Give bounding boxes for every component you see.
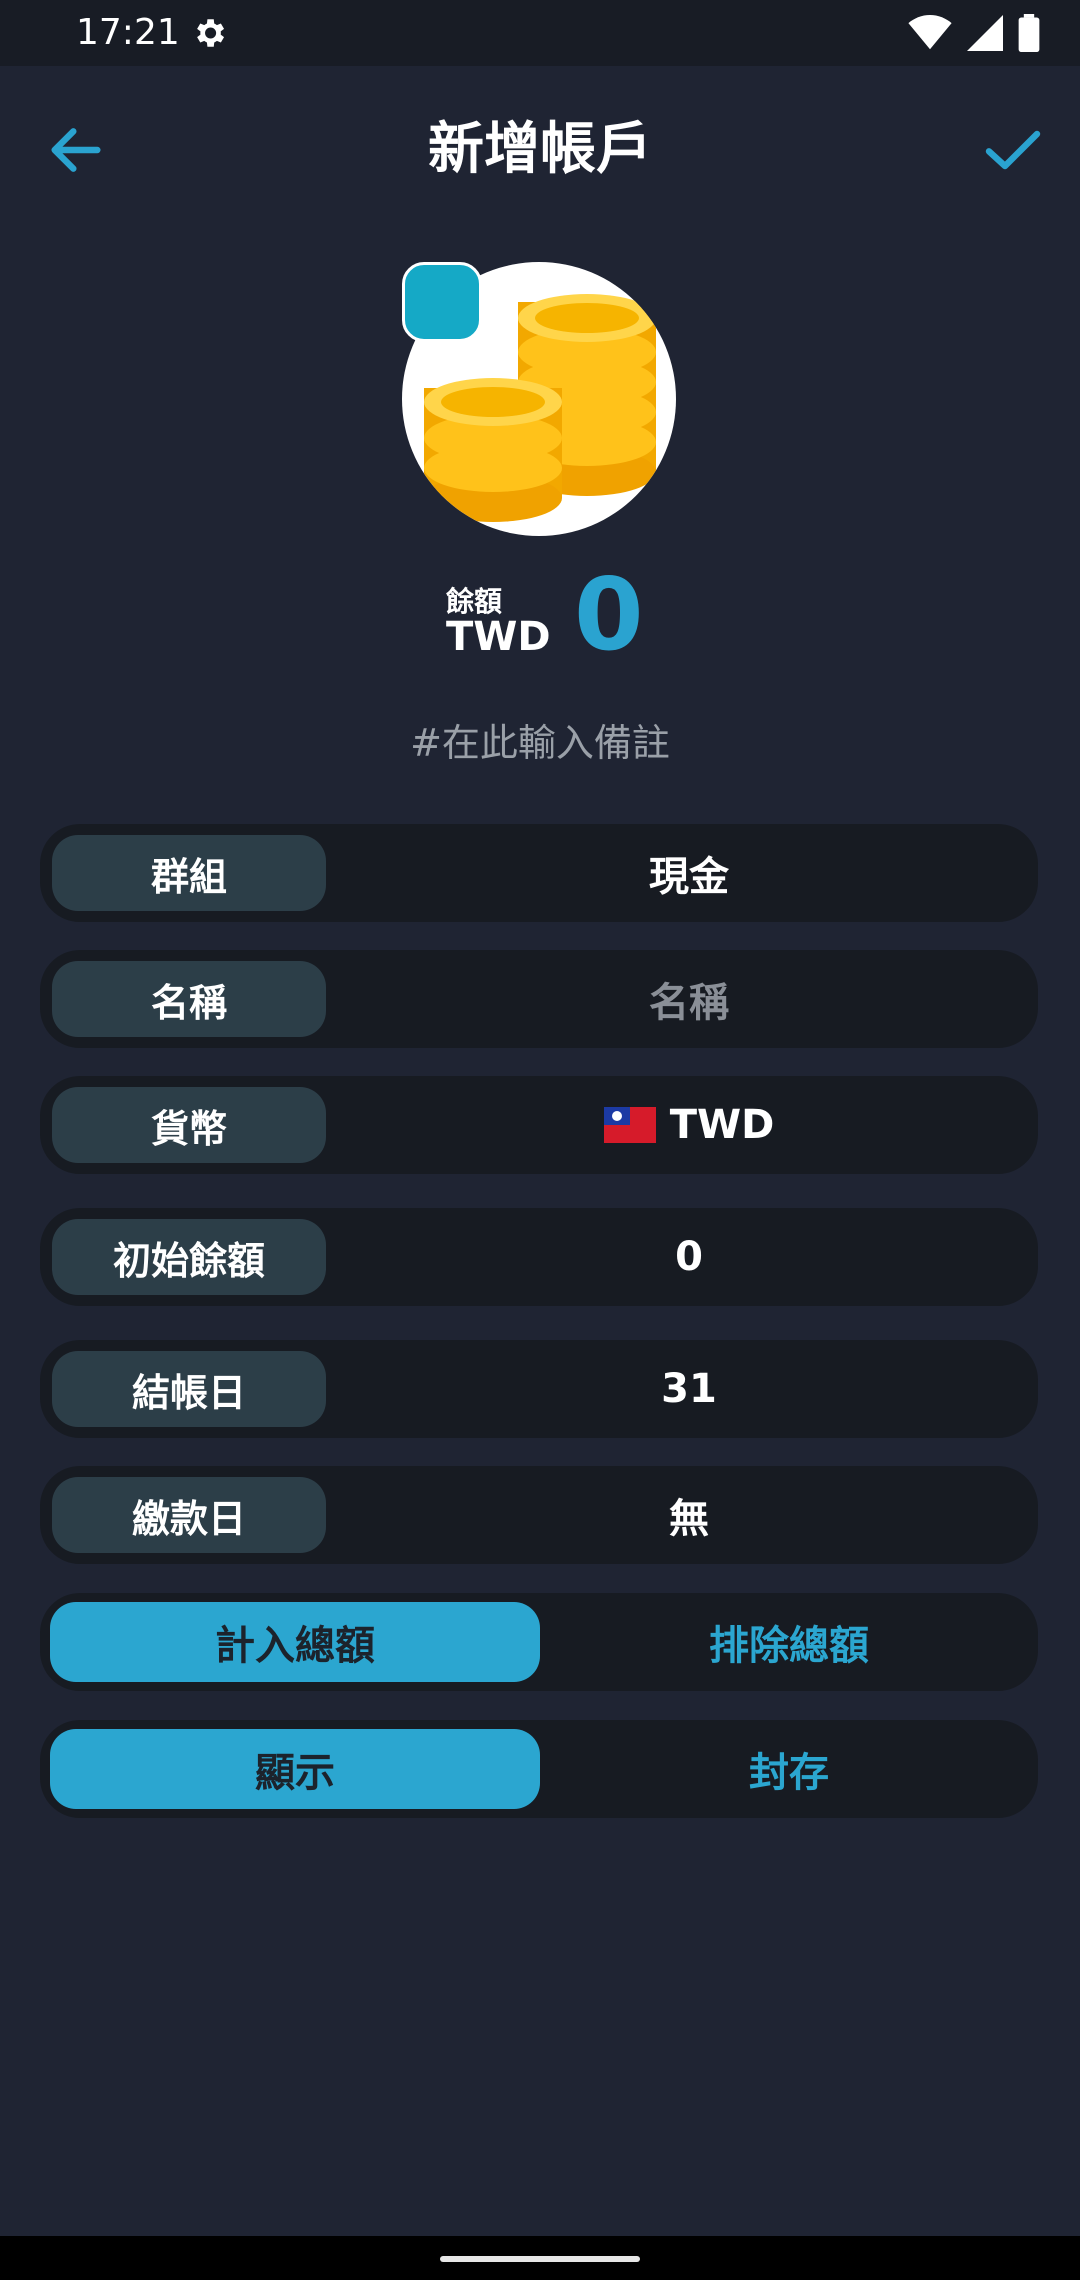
archive-button[interactable]: 封存 bbox=[540, 1720, 1038, 1818]
show-button[interactable]: 顯示 bbox=[50, 1729, 540, 1809]
balance-display: 餘額 TWD 0 bbox=[0, 560, 1080, 670]
currency-label: 貨幣 bbox=[52, 1087, 326, 1163]
initial-balance-value[interactable]: 0 bbox=[340, 1208, 1038, 1306]
visibility-toggle: 顯示 封存 bbox=[40, 1720, 1038, 1818]
status-bar: 17:21 bbox=[0, 0, 1080, 66]
payment-day-value[interactable]: 無 bbox=[340, 1466, 1038, 1564]
initial-balance-label: 初始餘額 bbox=[52, 1219, 326, 1295]
battery-icon bbox=[1018, 14, 1040, 52]
statement-day-label: 結帳日 bbox=[52, 1351, 326, 1427]
status-icons bbox=[908, 14, 1040, 52]
payment-day-row[interactable]: 繳款日 無 bbox=[40, 1466, 1038, 1564]
page-title: 新增帳戶 bbox=[428, 117, 652, 182]
name-input[interactable]: 名稱 bbox=[340, 950, 1038, 1048]
currency-row[interactable]: 貨幣 TWD bbox=[40, 1076, 1038, 1174]
account-icon-picker[interactable] bbox=[402, 262, 676, 536]
name-label: 名稱 bbox=[52, 961, 326, 1037]
status-time: 17:21 bbox=[76, 12, 180, 53]
group-label: 群組 bbox=[52, 835, 326, 911]
name-row[interactable]: 名稱 名稱 bbox=[40, 950, 1038, 1048]
balance-currency: TWD bbox=[446, 614, 551, 660]
group-row[interactable]: 群組 現金 bbox=[40, 824, 1038, 922]
navigation-bar bbox=[0, 2236, 1080, 2280]
settings-gear-icon bbox=[197, 19, 225, 47]
account-color-swatch[interactable] bbox=[402, 262, 482, 342]
currency-value: TWD bbox=[669, 1102, 775, 1148]
total-toggle: 計入總額 排除總額 bbox=[40, 1593, 1038, 1691]
payment-day-label: 繳款日 bbox=[52, 1477, 326, 1553]
home-gesture-handle[interactable] bbox=[440, 2256, 640, 2262]
initial-balance-row[interactable]: 初始餘額 0 bbox=[40, 1208, 1038, 1306]
exclude-from-total-button[interactable]: 排除總額 bbox=[540, 1593, 1038, 1691]
currency-selector[interactable]: TWD bbox=[340, 1076, 1038, 1174]
include-in-total-button[interactable]: 計入總額 bbox=[50, 1602, 540, 1682]
signal-icon bbox=[967, 15, 1003, 51]
note-input[interactable]: #在此輸入備註 bbox=[0, 712, 1080, 767]
balance-value: 0 bbox=[574, 556, 644, 673]
group-value[interactable]: 現金 bbox=[340, 824, 1038, 922]
confirm-check-icon[interactable] bbox=[980, 118, 1046, 182]
taiwan-flag-icon bbox=[603, 1107, 656, 1143]
statement-day-row[interactable]: 結帳日 31 bbox=[40, 1340, 1038, 1438]
wifi-icon bbox=[908, 15, 952, 50]
app-bar: 新增帳戶 bbox=[0, 66, 1080, 216]
statement-day-value[interactable]: 31 bbox=[340, 1340, 1038, 1438]
